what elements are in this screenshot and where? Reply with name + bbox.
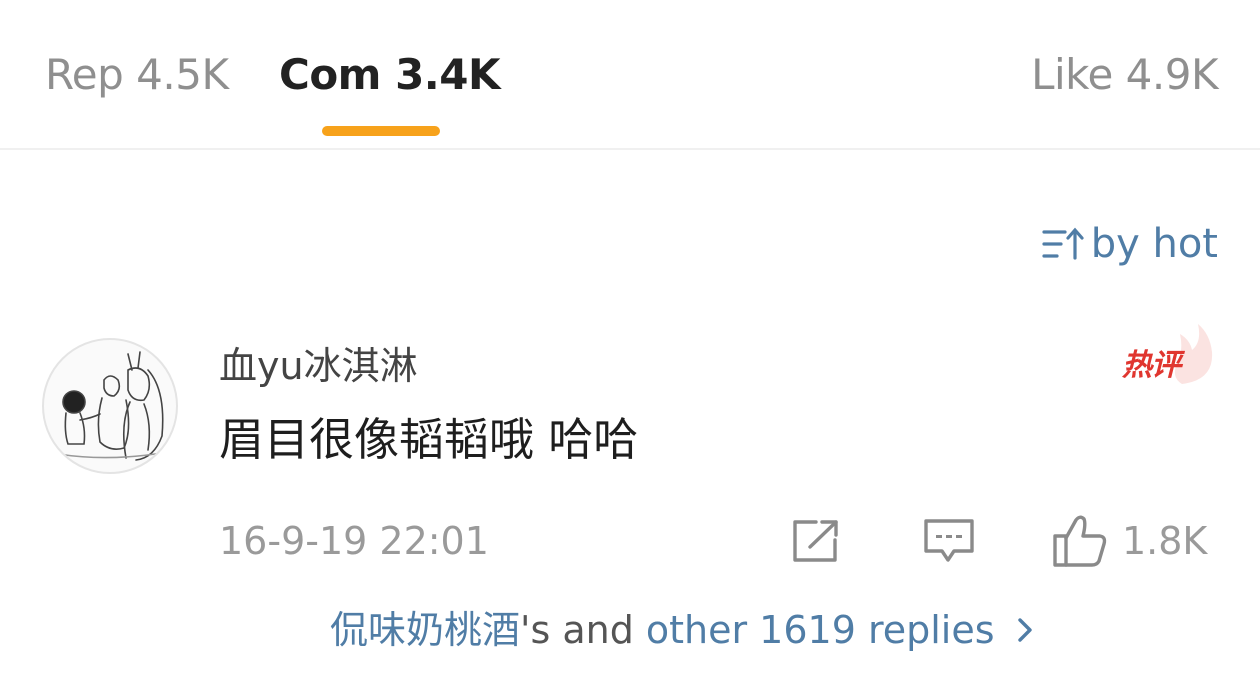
tab-comments[interactable]: Com 3.4K bbox=[279, 48, 501, 102]
like-count: 1.8K bbox=[1122, 519, 1208, 563]
comment-text: 眉目很像韬韬哦 哈哈 bbox=[219, 413, 639, 466]
chevron-right-icon bbox=[1017, 618, 1032, 642]
share-icon bbox=[793, 520, 838, 562]
reply-button[interactable] bbox=[922, 514, 976, 568]
view-replies-link[interactable]: 侃味奶桃酒 's and other 1619 replies bbox=[330, 602, 1033, 658]
hot-comment-badge: 热评 bbox=[1120, 322, 1220, 388]
sort-label: by hot bbox=[1090, 221, 1218, 267]
hot-comment-label: 热评 bbox=[1122, 348, 1181, 383]
sort-by-hot-button[interactable]: by hot bbox=[1041, 218, 1218, 270]
thumbs-up-icon bbox=[1053, 515, 1107, 567]
comment-username[interactable]: 血yu冰淇淋 bbox=[219, 340, 418, 392]
comment-icon bbox=[924, 519, 974, 562]
comment-timestamp: 16-9-19 22:01 bbox=[219, 519, 489, 563]
replies-connector: 's and bbox=[520, 608, 634, 652]
tab-like[interactable]: Like 4.9K bbox=[1031, 48, 1218, 102]
tab-bar: Rep 4.5K Com 3.4K Like 4.9K bbox=[0, 0, 1260, 150]
avatar-illustration bbox=[57, 351, 169, 461]
active-tab-indicator bbox=[322, 126, 440, 136]
tab-repost[interactable]: Rep 4.5K bbox=[45, 48, 229, 102]
avatar[interactable] bbox=[42, 338, 178, 474]
replier-name[interactable]: 侃味奶桃酒 bbox=[330, 602, 520, 658]
replies-summary[interactable]: other 1619 replies bbox=[646, 602, 995, 658]
sort-icon bbox=[1042, 227, 1084, 260]
like-button[interactable]: 1.8K bbox=[1052, 514, 1207, 568]
share-button[interactable] bbox=[790, 514, 842, 568]
